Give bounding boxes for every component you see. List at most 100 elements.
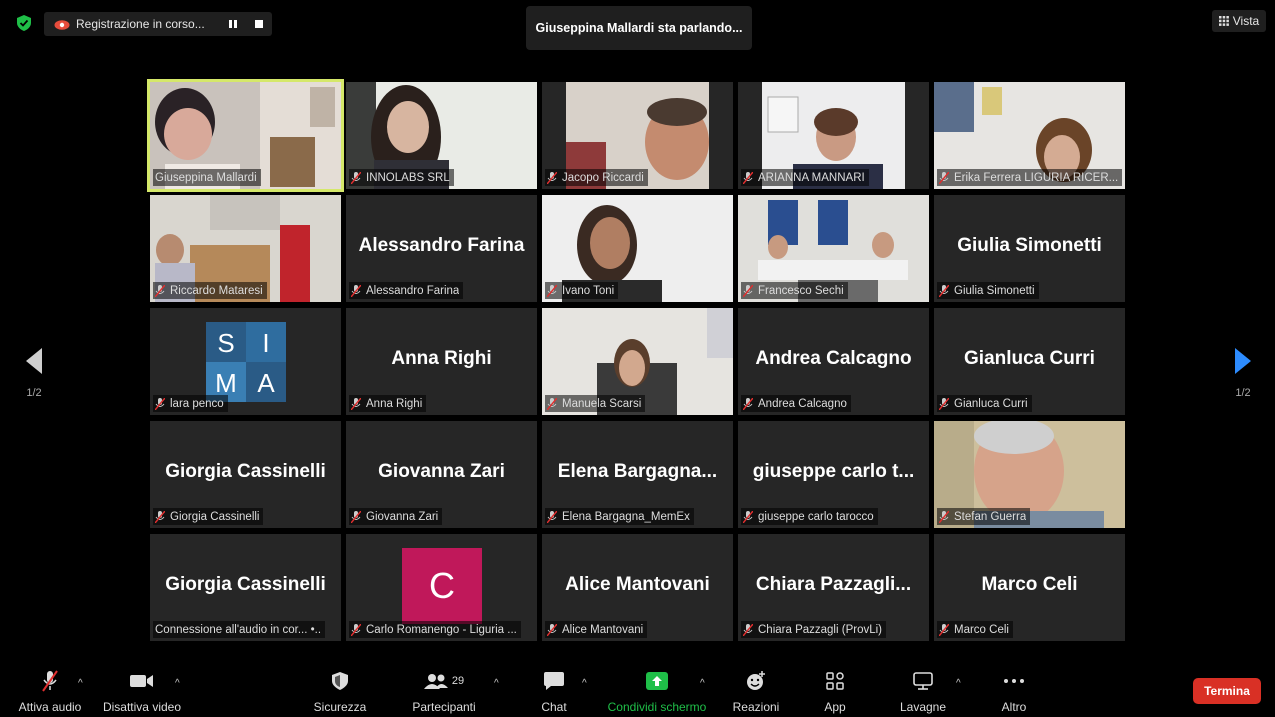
share-screen-icon bbox=[646, 672, 668, 690]
participants-count: 29 bbox=[451, 675, 465, 687]
participant-name-label: Alessandro Farina bbox=[349, 282, 464, 299]
stop-recording-icon[interactable] bbox=[254, 19, 264, 29]
reactions-button[interactable]: Reazioni bbox=[728, 670, 784, 714]
pause-recording-icon[interactable] bbox=[228, 19, 238, 29]
sima-letter: A bbox=[257, 368, 275, 398]
participant-tile[interactable]: Riccardo Mataresi bbox=[150, 195, 341, 302]
participant-tile[interactable]: C Carlo Romanengo - Liguria ... bbox=[346, 534, 537, 641]
avatar: C bbox=[402, 548, 482, 624]
security-button[interactable]: Sicurezza bbox=[310, 670, 370, 714]
sima-logo: S I M A bbox=[206, 322, 286, 402]
participant-tile[interactable]: Giorgia Cassinelli Giorgia Cassinelli bbox=[150, 421, 341, 528]
smiley-icon bbox=[747, 671, 765, 690]
participant-name-label: ARIANNA MANNARI bbox=[741, 169, 869, 186]
participant-tile[interactable]: Alessandro Farina Alessandro Farina bbox=[346, 195, 537, 302]
chat-bubble-icon bbox=[544, 672, 564, 690]
share-screen-label: Condividi schermo bbox=[607, 700, 707, 714]
audio-options-caret[interactable]: ^ bbox=[78, 678, 83, 689]
participant-name-label: Jacopo Riccardi bbox=[545, 169, 648, 186]
participant-name-label: Manuela Scarsi bbox=[545, 395, 646, 412]
participants-button[interactable]: 29 Partecipanti bbox=[408, 670, 480, 714]
participant-display-name: Gianluca Curri bbox=[964, 348, 1095, 369]
participant-tile[interactable]: S I M A lara penco bbox=[150, 308, 341, 415]
active-speaker-banner: Giuseppina Mallardi sta parlando... bbox=[526, 6, 752, 50]
video-camera-icon bbox=[130, 675, 153, 687]
participant-tile[interactable]: INNOLABS SRL bbox=[346, 82, 537, 189]
participant-name-label: Stefan Guerra bbox=[937, 508, 1031, 525]
participants-options-caret[interactable]: ^ bbox=[494, 678, 499, 689]
participant-tile[interactable]: Marco Celi Marco Celi bbox=[934, 534, 1125, 641]
share-options-caret[interactable]: ^ bbox=[700, 678, 705, 689]
stop-video-button[interactable]: Disattiva video bbox=[98, 670, 186, 714]
participant-tile[interactable]: Giuseppina Mallardi bbox=[147, 79, 344, 192]
mic-muted-icon bbox=[547, 510, 557, 523]
participant-tile[interactable]: Giovanna Zari Giovanna Zari bbox=[346, 421, 537, 528]
security-shield-icon[interactable] bbox=[17, 15, 31, 31]
sima-letter: S bbox=[217, 328, 234, 358]
mic-muted-icon bbox=[351, 397, 361, 410]
whiteboards-options-caret[interactable]: ^ bbox=[956, 678, 961, 689]
end-meeting-button[interactable]: Termina bbox=[1193, 678, 1261, 704]
participant-name-label: Andrea Calcagno bbox=[741, 395, 851, 412]
mic-muted-icon bbox=[351, 284, 361, 297]
participant-tile[interactable]: Jacopo Riccardi bbox=[542, 82, 733, 189]
participant-tile[interactable]: Francesco Sechi bbox=[738, 195, 929, 302]
participant-name-label: Carlo Romanengo - Liguria ... bbox=[349, 621, 521, 638]
participant-name: Carlo Romanengo - Liguria ... bbox=[366, 623, 517, 636]
participant-display-name: Andrea Calcagno bbox=[755, 348, 912, 369]
participant-tile[interactable]: Gianluca Curri Gianluca Curri bbox=[934, 308, 1125, 415]
participant-tile[interactable]: Manuela Scarsi bbox=[542, 308, 733, 415]
participant-tile[interactable]: Anna Righi Anna Righi bbox=[346, 308, 537, 415]
participant-name: Erika Ferrera LIGURIA RICER... bbox=[954, 171, 1119, 184]
participant-tile[interactable]: giuseppe carlo t... giuseppe carlo taroc… bbox=[738, 421, 929, 528]
participant-tile[interactable]: ARIANNA MANNARI bbox=[738, 82, 929, 189]
apps-icon bbox=[826, 672, 844, 690]
video-options-caret[interactable]: ^ bbox=[175, 678, 180, 689]
recording-status-text: Registrazione in corso... bbox=[76, 17, 205, 31]
participant-tile[interactable]: Giulia Simonetti Giulia Simonetti bbox=[934, 195, 1125, 302]
participant-tile[interactable]: Stefan Guerra bbox=[934, 421, 1125, 528]
chevron-right-icon bbox=[1235, 348, 1251, 374]
participant-display-name: Giulia Simonetti bbox=[957, 235, 1102, 256]
participant-name: INNOLABS SRL bbox=[366, 171, 450, 184]
mic-muted-icon bbox=[939, 623, 949, 636]
participant-name: Riccardo Mataresi bbox=[170, 284, 263, 297]
chat-button[interactable]: Chat bbox=[532, 670, 576, 714]
participant-tile[interactable]: Elena Bargagna... Elena Bargagna_MemEx bbox=[542, 421, 733, 528]
participant-name: lara penco bbox=[170, 397, 224, 410]
grid-view-icon bbox=[1218, 16, 1229, 26]
next-page-button[interactable]: 1/2 bbox=[1233, 348, 1253, 399]
share-screen-button[interactable]: Condividi schermo bbox=[602, 670, 712, 714]
participant-name: Jacopo Riccardi bbox=[562, 171, 644, 184]
unmute-audio-button[interactable]: Attiva audio bbox=[14, 670, 86, 714]
view-button[interactable]: Vista bbox=[1212, 10, 1266, 32]
participant-tile[interactable]: Andrea Calcagno Andrea Calcagno bbox=[738, 308, 929, 415]
participant-name: Giovanna Zari bbox=[366, 510, 439, 523]
prev-page-button[interactable]: 1/2 bbox=[24, 348, 44, 399]
participant-display-name: Giorgia Cassinelli bbox=[165, 461, 326, 482]
participant-tile[interactable]: Alice Mantovani Alice Mantovani bbox=[542, 534, 733, 641]
whiteboards-button[interactable]: Lavagne bbox=[895, 670, 951, 714]
participant-tile[interactable]: Chiara Pazzagli... Chiara Pazzagli (Prov… bbox=[738, 534, 929, 641]
participant-name: Stefan Guerra bbox=[954, 510, 1027, 523]
reactions-label: Reazioni bbox=[732, 700, 780, 714]
participant-tile[interactable]: Ivano Toni bbox=[542, 195, 733, 302]
participant-name-label: Giuseppina Mallardi bbox=[153, 169, 261, 186]
participant-name: Alice Mantovani bbox=[562, 623, 644, 636]
mic-muted-icon bbox=[743, 171, 753, 184]
participant-name-label: Alice Mantovani bbox=[545, 621, 648, 638]
apps-button[interactable]: App bbox=[815, 670, 855, 714]
more-label: Altro bbox=[1001, 700, 1027, 714]
mic-muted-icon bbox=[155, 284, 165, 297]
whiteboards-label: Lavagne bbox=[899, 700, 947, 714]
more-button[interactable]: Altro bbox=[994, 670, 1034, 714]
participant-name-label: Giorgia Cassinelli bbox=[153, 508, 264, 525]
chat-options-caret[interactable]: ^ bbox=[582, 678, 587, 689]
chat-label: Chat bbox=[541, 700, 567, 714]
mic-muted-icon bbox=[547, 284, 557, 297]
participant-name-label: Giovanna Zari bbox=[349, 508, 443, 525]
participant-tile[interactable]: Giorgia Cassinelli Connessione all'audio… bbox=[150, 534, 341, 641]
mic-muted-icon bbox=[42, 670, 58, 692]
shield-icon bbox=[332, 672, 348, 690]
participant-tile[interactable]: Erika Ferrera LIGURIA RICER... bbox=[934, 82, 1125, 189]
